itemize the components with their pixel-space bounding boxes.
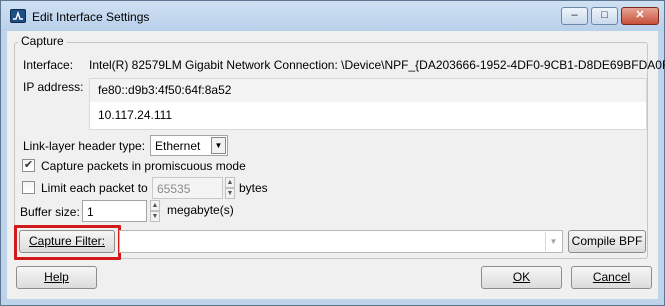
link-layer-label: Link-layer header type: [23, 139, 146, 153]
help-button[interactable]: Help [16, 266, 97, 289]
ip-address-list[interactable]: fe80::d9b3:4f50:64f:8a52 10.117.24.111 [89, 78, 647, 130]
chevron-up-icon[interactable]: ▲ [225, 177, 235, 188]
close-button[interactable]: ✕ [621, 7, 659, 25]
wireshark-app-icon [10, 9, 26, 23]
maximize-button[interactable]: □ [591, 7, 618, 25]
minimize-button[interactable]: – [561, 7, 588, 25]
capture-filter-input[interactable]: ▼ [119, 230, 563, 253]
chevron-up-icon[interactable]: ▲ [150, 200, 160, 211]
dialog-body: Capture Interface: Intel(R) 82579LM Giga… [7, 31, 665, 299]
buffer-size-value: 1 [87, 205, 94, 219]
link-layer-dropdown[interactable]: Ethernet ▼ [150, 135, 228, 156]
window-title: Edit Interface Settings [32, 10, 150, 24]
promiscuous-label: Capture packets in promiscuous mode [41, 159, 246, 173]
ip-address-label: IP address: [23, 80, 84, 94]
limit-packet-spinbox[interactable]: 65535 [152, 177, 223, 199]
highlight-box [14, 225, 121, 260]
limit-packet-unit: bytes [239, 181, 268, 195]
cancel-button[interactable]: Cancel [571, 266, 652, 289]
buffer-size-stepper[interactable]: ▲ ▼ [150, 200, 160, 222]
interface-value: Intel(R) 82579LM Gigabit Network Connect… [89, 58, 665, 72]
interface-label: Interface: [23, 58, 74, 72]
title-bar[interactable]: Edit Interface Settings – □ ✕ [1, 1, 664, 31]
list-item[interactable]: fe80::d9b3:4f50:64f:8a52 [90, 79, 646, 102]
chevron-down-icon[interactable]: ▼ [211, 137, 226, 154]
chevron-down-icon[interactable]: ▼ [545, 232, 561, 251]
edit-interface-settings-window: Edit Interface Settings – □ ✕ Capture In… [0, 0, 665, 306]
chevron-down-icon[interactable]: ▼ [225, 188, 235, 199]
buffer-size-spinbox[interactable]: 1 [82, 200, 147, 222]
link-layer-value: Ethernet [155, 139, 201, 153]
limit-packet-checkbox[interactable] [22, 181, 35, 194]
promiscuous-checkbox[interactable]: ✔ [22, 159, 35, 172]
chevron-down-icon[interactable]: ▼ [150, 211, 160, 222]
buffer-size-label: Buffer size: [20, 205, 80, 219]
compile-bpf-button[interactable]: Compile BPF [568, 230, 646, 253]
limit-packet-value: 65535 [157, 182, 191, 196]
limit-packet-stepper[interactable]: ▲ ▼ [225, 177, 235, 199]
ok-button[interactable]: OK [481, 266, 562, 289]
capture-group-title: Capture [18, 34, 67, 48]
buffer-size-unit: megabyte(s) [167, 203, 234, 217]
limit-packet-label: Limit each packet to [41, 181, 148, 195]
list-item[interactable]: 10.117.24.111 [90, 104, 646, 128]
